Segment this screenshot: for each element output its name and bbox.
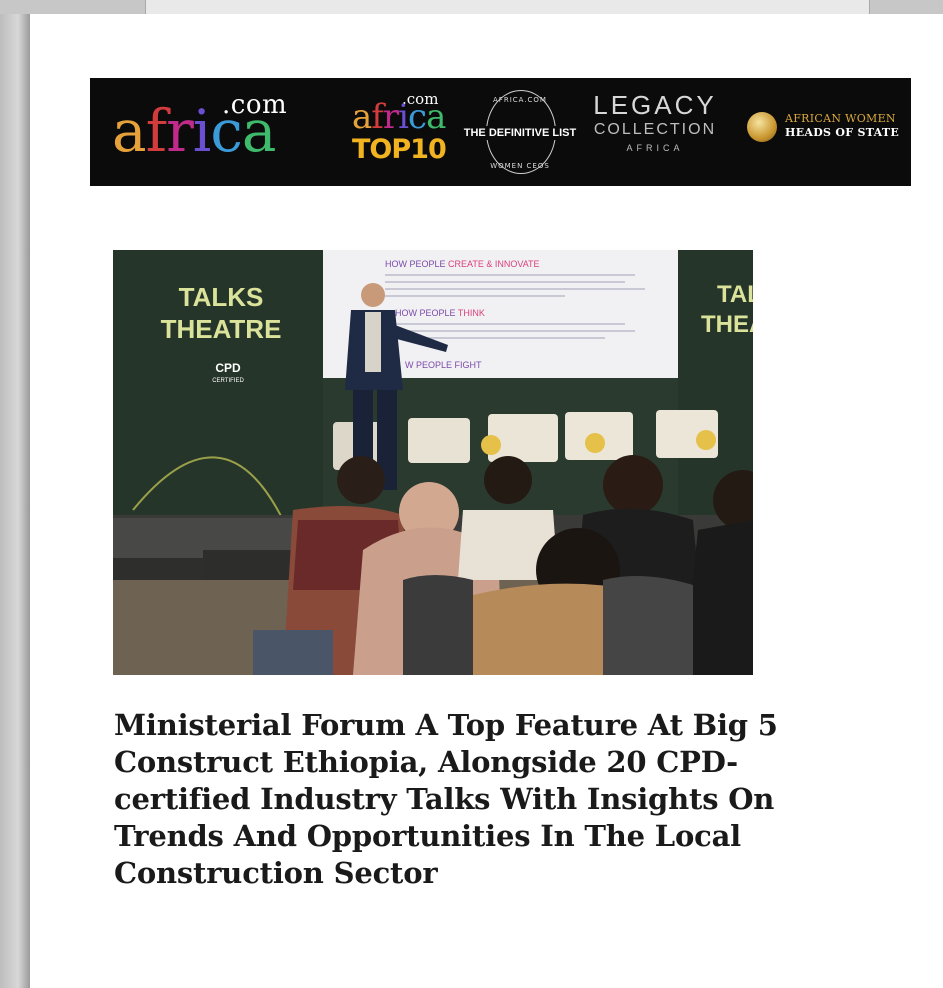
- definitive-list-text: THE DEFINITIVE LIST: [458, 126, 582, 140]
- top10-logo-number: TOP10: [352, 134, 447, 165]
- legacy-logo-line3: AFRICA: [626, 143, 684, 153]
- sponsor-banner[interactable]: .com africa .com africa TOP10 AFRICA.COM…: [90, 78, 911, 186]
- background-window-edge: [145, 0, 870, 14]
- headline-line: Construct Ethiopia, Alongside 20 CPD-: [114, 745, 739, 779]
- svg-text:HOW PEOPLE CREATE & INNOVATE: HOW PEOPLE CREATE & INNOVATE: [385, 259, 540, 269]
- definitive-list-logo[interactable]: AFRICA.COM THE DEFINITIVE LIST WOMEN CEO…: [458, 86, 582, 180]
- right-panel-line2: THEA: [701, 311, 753, 338]
- africa-logo-letter: i: [192, 97, 212, 165]
- headline-line: Construction Sector: [114, 856, 438, 890]
- svg-text:HOW PEOPLE THINK: HOW PEOPLE THINK: [395, 308, 485, 318]
- africa-logo-letter: c: [210, 97, 243, 165]
- africa-logo-letter: a: [112, 97, 147, 165]
- headline-line: Trends And Opportunities In The Local: [114, 819, 742, 853]
- headline-line: Ministerial Forum A Top Feature At Big 5: [114, 708, 778, 742]
- africa-top10-logo[interactable]: .com africa TOP10: [352, 90, 447, 178]
- africa-logo-letter: a: [241, 97, 277, 165]
- cpd-badge: CPD: [215, 361, 241, 375]
- globe-icon: [747, 112, 777, 142]
- talks-panel-line1: TALKS: [179, 282, 264, 312]
- background-window-strip: [0, 0, 943, 14]
- awhs-logo-line2: HEADS OF STATE: [785, 126, 900, 139]
- article-headline[interactable]: Ministerial Forum A Top Feature At Big 5…: [114, 707, 914, 892]
- slide-heading3: W PEOPLE FIGHT: [405, 360, 482, 370]
- africa-logo-word: africa: [112, 102, 276, 160]
- article-photo[interactable]: TALKS THEATRE CPD CERTIFIED TAL THEA HOW…: [113, 250, 753, 675]
- document-page: .com africa .com africa TOP10 AFRICA.COM…: [30, 14, 943, 988]
- top10-logo-word: africa: [352, 97, 446, 137]
- conference-photo-illustration: TALKS THEATRE CPD CERTIFIED TAL THEA HOW…: [113, 250, 753, 675]
- africa-logo-letter: r: [166, 97, 194, 165]
- page-left-shadow: [0, 14, 30, 988]
- slide-heading2-prefix: HOW PEOPLE: [395, 308, 456, 318]
- definitive-list-ring-top: AFRICA.COM: [493, 96, 547, 104]
- legacy-collection-logo[interactable]: LEGACY COLLECTION AFRICA: [590, 90, 720, 176]
- africa-com-logo[interactable]: .com africa: [112, 88, 302, 178]
- talks-panel-line2: THEATRE: [161, 314, 282, 344]
- legacy-logo-line1: LEGACY: [593, 90, 717, 120]
- african-women-heads-of-state-logo[interactable]: AFRICAN WOMEN HEADS OF STATE: [745, 108, 909, 158]
- headline-line: certified Industry Talks With Insights O…: [114, 782, 775, 816]
- legacy-logo-line2: COLLECTION: [593, 121, 717, 138]
- awhs-logo-line1: AFRICAN WOMEN: [785, 112, 896, 125]
- slide-heading1-accent: CREATE & INNOVATE: [448, 259, 540, 269]
- definitive-list-ring-bottom: WOMEN CEOS: [490, 162, 550, 170]
- slide-heading1-prefix: HOW PEOPLE: [385, 259, 446, 269]
- cpd-badge-sub: CERTIFIED: [212, 378, 244, 384]
- slide-heading2-accent: THINK: [458, 308, 485, 318]
- right-panel-line1: TAL: [717, 281, 753, 308]
- africa-logo-letter: f: [145, 97, 167, 165]
